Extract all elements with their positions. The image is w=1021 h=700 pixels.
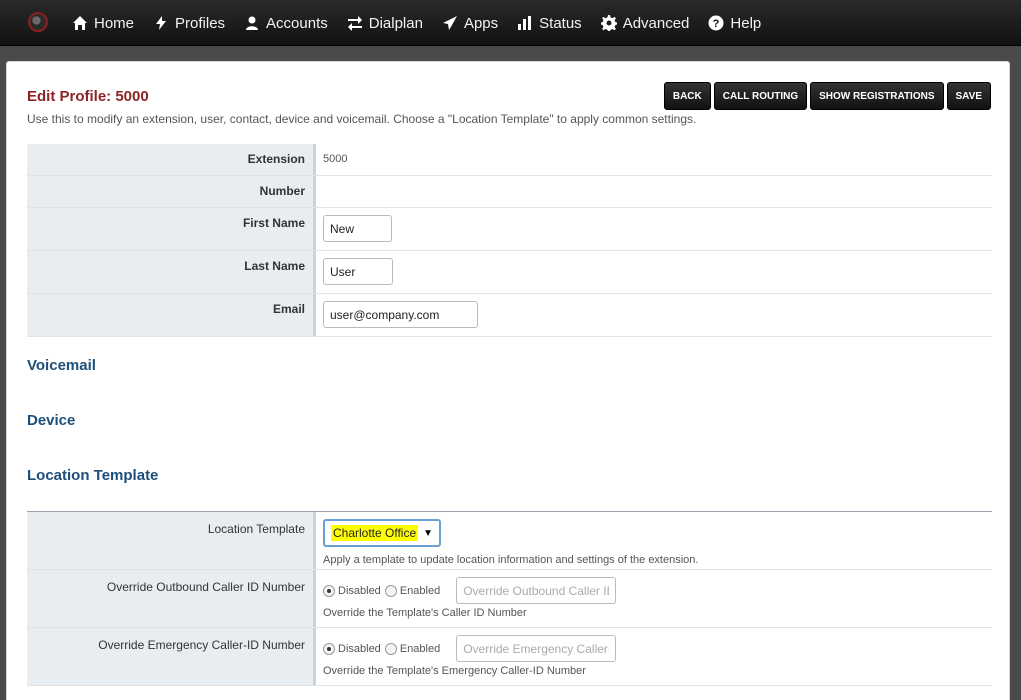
- number-label: Number: [27, 176, 316, 207]
- paper-plane-icon: [442, 16, 457, 30]
- emergency-callerid-input[interactable]: [456, 635, 617, 662]
- nav-item-label: Profiles: [175, 14, 226, 32]
- radio-unselected-icon: [384, 642, 397, 655]
- last-name-label: Last Name: [27, 251, 316, 293]
- section-device[interactable]: Device: [27, 412, 75, 429]
- location-template-row: Location Template Charlotte Office ▼ App…: [27, 512, 992, 570]
- nav-item-apps[interactable]: Apps: [442, 15, 498, 32]
- content-panel: Edit Profile: 5000 Use this to modify an…: [6, 61, 1010, 700]
- outbound-disabled-radio[interactable]: Disabled: [323, 584, 381, 597]
- location-template-label: Location Template: [27, 512, 316, 569]
- number-row: Number: [27, 176, 992, 208]
- email-input[interactable]: [323, 301, 478, 328]
- nav-item-label: Accounts: [266, 14, 328, 32]
- first-name-row: First Name: [27, 208, 992, 251]
- svg-text:?: ?: [713, 18, 720, 30]
- outbound-callerid-help: Override the Template's Caller ID Number: [323, 607, 527, 619]
- nav-item-label: Status: [539, 14, 582, 32]
- nav-item-home[interactable]: Home: [72, 15, 134, 32]
- email-row: Email: [27, 294, 992, 337]
- save-button[interactable]: SAVE: [946, 82, 991, 110]
- emergency-enabled-radio[interactable]: Enabled: [384, 642, 440, 655]
- emergency-disabled-radio[interactable]: Disabled: [323, 642, 381, 655]
- nav-item-accounts[interactable]: Accounts: [244, 15, 328, 32]
- emergency-callerid-label: Override Emergency Caller-ID Number: [27, 628, 316, 685]
- section-location-template[interactable]: Location Template: [27, 467, 158, 484]
- location-template-select[interactable]: Charlotte Office ▼: [323, 519, 441, 547]
- emergency-callerid-help: Override the Template's Emergency Caller…: [323, 665, 586, 677]
- nav-item-label: Home: [94, 14, 135, 32]
- main-nav: Home Profiles Accounts Dialplan Apps Sta…: [72, 0, 780, 46]
- page-title: Edit Profile: 5000: [27, 88, 149, 105]
- nav-item-dialplan[interactable]: Dialplan: [347, 15, 423, 32]
- page-description: Use this to modify an extension, user, c…: [27, 112, 697, 126]
- nav-item-status[interactable]: Status: [517, 15, 582, 32]
- bolt-icon: [156, 16, 167, 30]
- home-icon: [73, 16, 87, 30]
- show-registrations-button[interactable]: SHOW REGISTRATIONS: [810, 82, 944, 110]
- caret-down-icon: ▼: [423, 527, 433, 539]
- top-navbar: Home Profiles Accounts Dialplan Apps Sta…: [0, 0, 1021, 46]
- nav-item-label: Apps: [463, 14, 499, 32]
- back-button[interactable]: BACK: [663, 82, 711, 110]
- first-name-input[interactable]: [323, 215, 392, 242]
- nav-item-profiles[interactable]: Profiles: [153, 15, 225, 32]
- nav-item-help[interactable]: ? Help: [708, 15, 761, 32]
- outbound-callerid-row: Override Outbound Caller ID Number Disab…: [27, 570, 992, 628]
- question-icon: ?: [708, 15, 724, 31]
- radio-selected-icon: [323, 584, 335, 597]
- outbound-callerid-label: Override Outbound Caller ID Number: [27, 570, 316, 627]
- section-voicemail[interactable]: Voicemail: [27, 357, 96, 374]
- user-icon: [246, 16, 259, 30]
- last-name-input[interactable]: [323, 258, 393, 285]
- nav-item-advanced[interactable]: Advanced: [600, 14, 690, 32]
- outbound-callerid-input[interactable]: [456, 577, 617, 604]
- arrows-icon: [347, 16, 362, 31]
- call-routing-button[interactable]: CALL ROUTING: [713, 82, 808, 110]
- last-name-row: Last Name: [27, 251, 992, 294]
- radio-selected-icon: [323, 642, 335, 655]
- outbound-enabled-radio[interactable]: Enabled: [384, 584, 440, 597]
- radio-unselected-icon: [384, 584, 397, 597]
- nav-item-label: Advanced: [622, 14, 690, 32]
- nav-item-label: Help: [730, 14, 762, 32]
- action-buttons: BACK CALL ROUTING SHOW REGISTRATIONS SAV…: [661, 82, 991, 110]
- extension-value: 5000: [323, 153, 348, 165]
- bar-chart-icon: [518, 16, 532, 30]
- location-template-help: Apply a template to update location info…: [323, 554, 699, 566]
- logo-icon[interactable]: [28, 12, 48, 32]
- extension-label: Extension: [27, 144, 316, 175]
- location-form: Location Template Charlotte Office ▼ App…: [27, 511, 992, 686]
- email-label: Email: [27, 294, 316, 336]
- emergency-callerid-row: Override Emergency Caller-ID Number Disa…: [27, 628, 992, 686]
- profile-form: Extension 5000 Number First Name Last Na…: [27, 144, 992, 337]
- first-name-label: First Name: [27, 208, 316, 250]
- gear-icon: [600, 15, 617, 31]
- location-template-selected: Charlotte Office: [331, 525, 419, 541]
- extension-row: Extension 5000: [27, 144, 992, 176]
- number-value: [316, 176, 992, 207]
- nav-item-label: Dialplan: [368, 14, 423, 32]
